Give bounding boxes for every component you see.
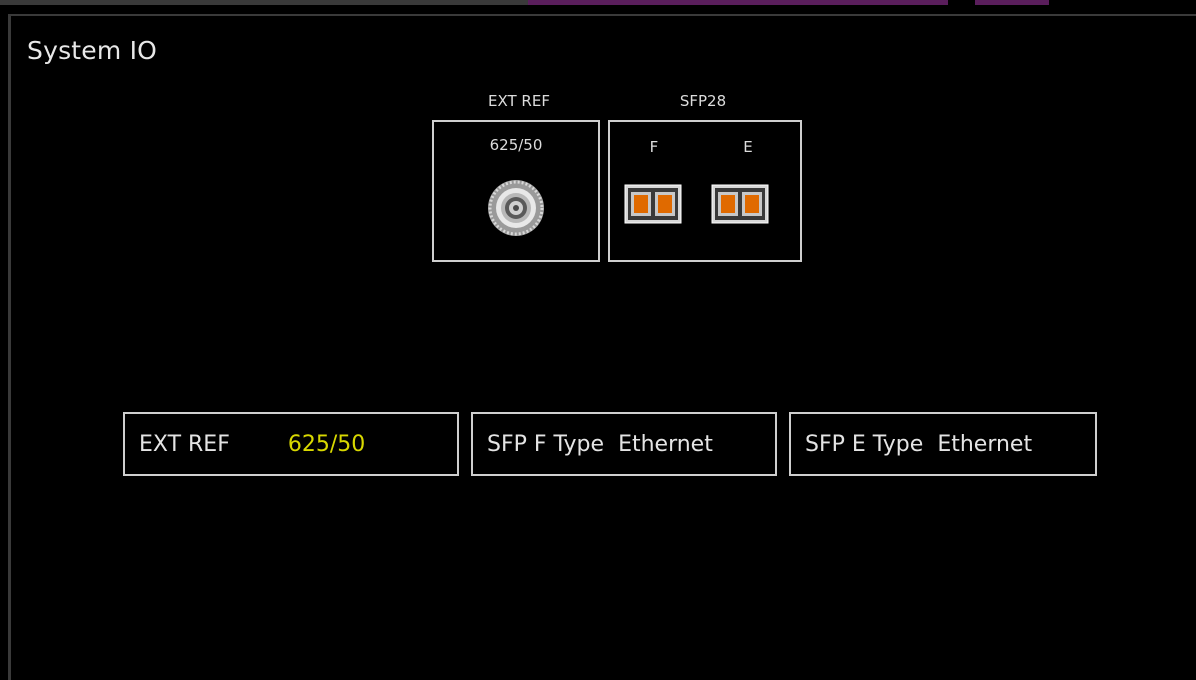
top-strip-highlight-small bbox=[975, 0, 1049, 5]
sfp28-connector-box[interactable]: F E bbox=[608, 120, 802, 262]
sfp-f-port-label: F bbox=[649, 138, 659, 156]
sfp-f-type-label: SFP F Type bbox=[487, 431, 605, 457]
bnc-connector-icon bbox=[488, 180, 544, 236]
sfp-f-type-box[interactable]: SFP F Type Ethernet bbox=[471, 412, 777, 476]
sfp-e-type-value: Ethernet bbox=[937, 431, 1033, 457]
sfp-e-type-box[interactable]: SFP E Type Ethernet bbox=[789, 412, 1097, 476]
ext-ref-status-value: 625/50 bbox=[287, 431, 366, 457]
top-strip-segment bbox=[0, 0, 528, 5]
sfp-f-type-value: Ethernet bbox=[618, 431, 713, 457]
sfp-port-icon[interactable] bbox=[711, 184, 769, 224]
ext-ref-connector-box[interactable]: 625/50 bbox=[432, 120, 600, 262]
sfp-port-icon[interactable] bbox=[624, 184, 682, 224]
sfp28-header: SFP28 bbox=[679, 92, 727, 110]
ext-ref-status-label: EXT REF bbox=[139, 431, 230, 457]
ext-ref-status-box[interactable]: EXT REF 625/50 bbox=[123, 412, 459, 476]
sfp-e-type-label: SFP E Type bbox=[805, 431, 924, 457]
top-strip bbox=[0, 0, 1196, 12]
sfp-e-port-label: E bbox=[743, 138, 753, 156]
ext-ref-header: EXT REF bbox=[488, 92, 550, 110]
page-title: System IO bbox=[27, 36, 158, 65]
system-io-panel: System IO EXT REF SFP28 625/50 F E EXT R… bbox=[8, 14, 1196, 680]
ext-ref-connector-value: 625/50 bbox=[489, 136, 543, 154]
top-strip-highlight bbox=[528, 0, 948, 5]
